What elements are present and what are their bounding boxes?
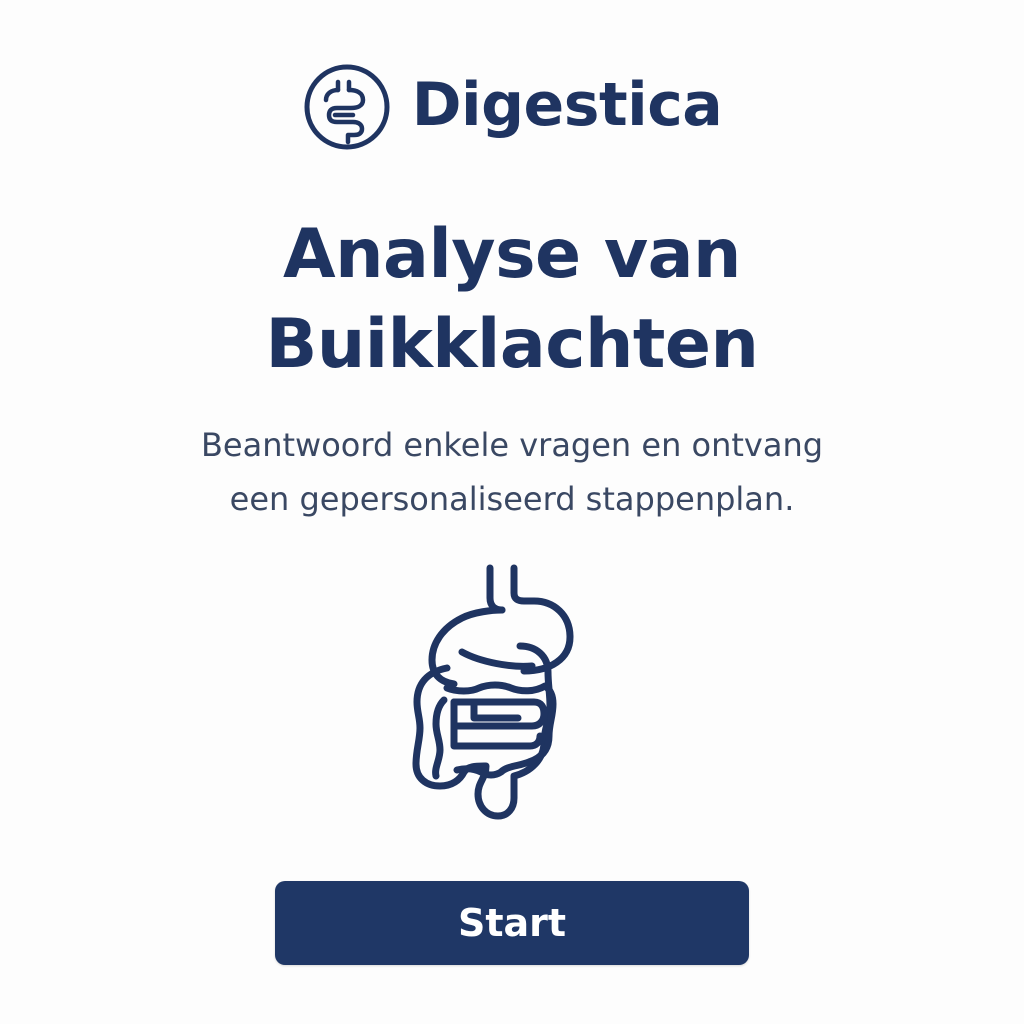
start-button[interactable]: Start <box>275 881 749 965</box>
welcome-screen: Digestica Analyse van Buikklachten Beant… <box>0 0 1024 1024</box>
brand-name: Digestica <box>411 70 723 140</box>
page-title-line-1: Analyse van <box>283 215 741 294</box>
digestive-tract-logo-icon <box>304 64 390 150</box>
page-title: Analyse van Buikklachten <box>0 210 1024 390</box>
page-subtitle-line-2: een gepersonaliseerd stappenplan. <box>229 480 795 518</box>
page-subtitle-line-1: Beantwoord enkele vragen en ontvang <box>200 426 824 464</box>
page-subtitle: Beantwoord enkele vragen en ontvang een … <box>0 418 1024 526</box>
brand-header: Digestica <box>0 60 1024 154</box>
page-title-line-2: Buikklachten <box>265 305 759 384</box>
intestines-icon <box>412 564 574 820</box>
